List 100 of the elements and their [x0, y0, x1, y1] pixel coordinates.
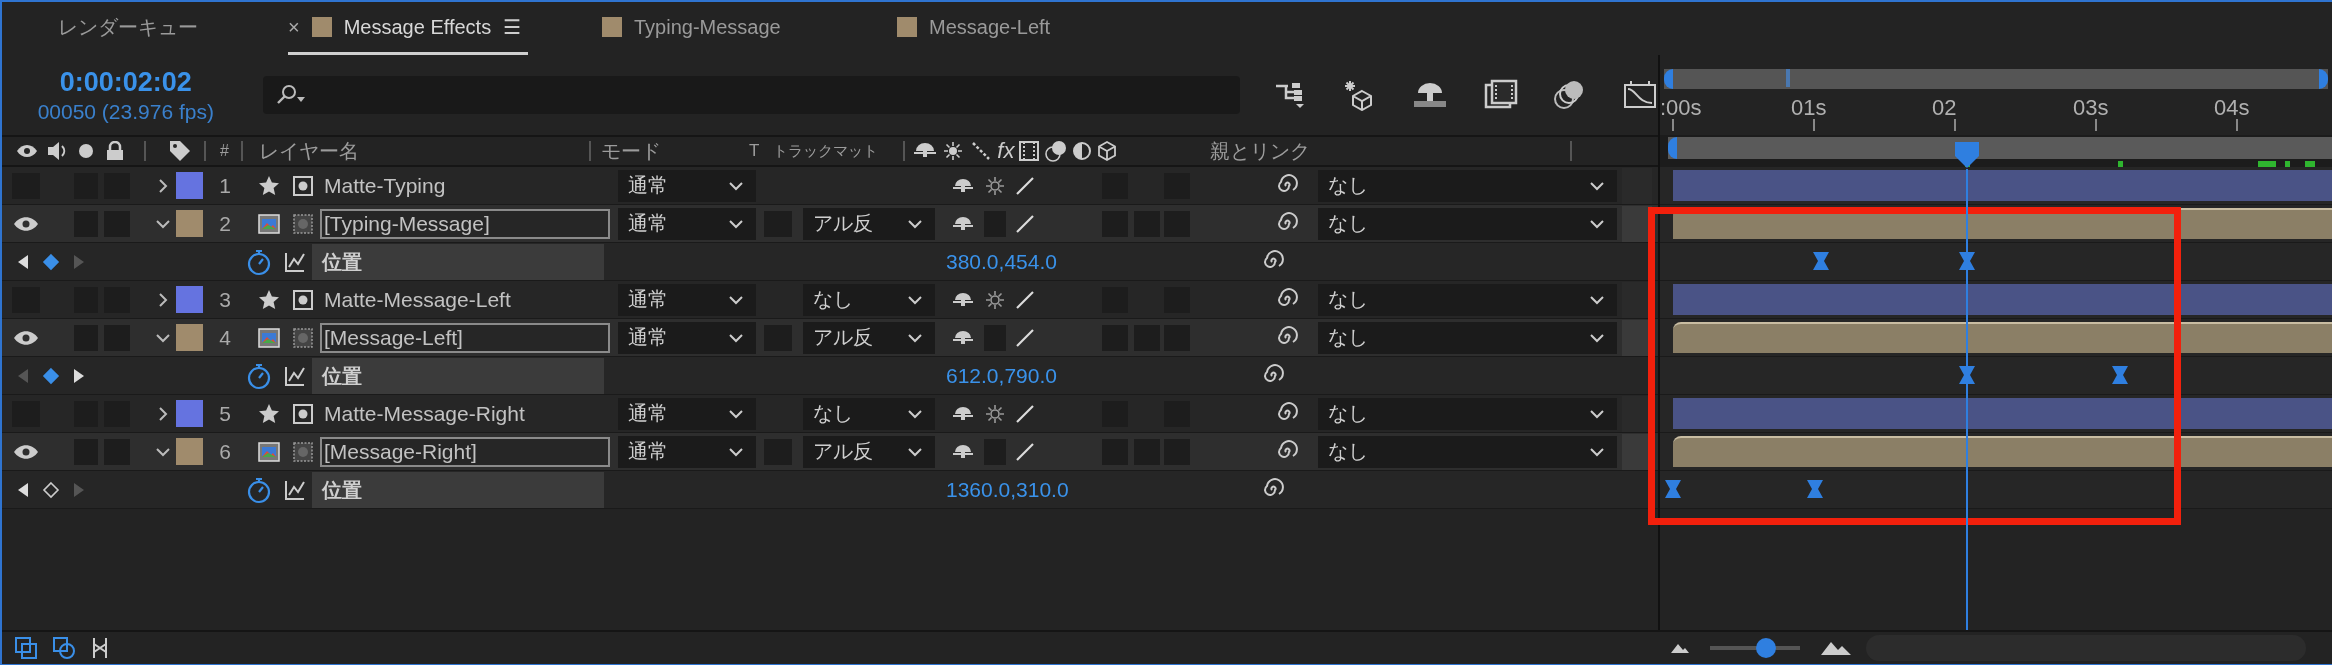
in-out-icon[interactable] [90, 636, 110, 660]
layer-switch-icon[interactable] [292, 174, 314, 197]
stopwatch-icon[interactable] [246, 247, 272, 276]
property-name[interactable]: 位置 [312, 243, 604, 280]
circles-icon [1044, 140, 1069, 162]
caret-icon [1589, 180, 1605, 191]
parent-dropdown[interactable]: なし [1318, 397, 1617, 430]
parent-dropdown[interactable]: なし [1318, 283, 1617, 316]
eye-icon[interactable] [12, 215, 40, 232]
label-color-swatch[interactable] [176, 286, 203, 313]
sun-icon[interactable] [984, 402, 1006, 425]
layer-name[interactable]: [Typing-Message] [320, 208, 610, 239]
quality-icon[interactable] [1014, 326, 1036, 349]
column-header: モード [600, 138, 662, 164]
film-icon[interactable] [1482, 79, 1518, 111]
property-value[interactable]: 1360.0,310.0 [946, 477, 1246, 502]
comp-flowchart-icon[interactable] [14, 636, 38, 660]
track-matte-dropdown[interactable]: アル反 [803, 321, 935, 354]
keyframe-diamond-icon[interactable] [42, 252, 60, 271]
track-matte-dropdown[interactable]: なし [803, 283, 935, 316]
caret-icon [728, 180, 744, 191]
track-matte-dropdown[interactable]: アル反 [803, 207, 935, 240]
tab[interactable]: レンダーキュー [58, 2, 288, 55]
star-icon [258, 402, 280, 425]
timecode[interactable]: 0:00:02:02 [59, 66, 192, 98]
caret-icon [1589, 408, 1605, 419]
keyframe-icon[interactable] [1805, 479, 1824, 499]
layer-name[interactable]: [Message-Left] [320, 322, 610, 353]
keyframe-icon[interactable] [1664, 479, 1682, 499]
track-matte-dropdown[interactable]: なし [803, 397, 935, 430]
time-ruler[interactable]: :00s 01s 02 03s 04s [1660, 89, 2332, 135]
layer-duration-bar[interactable] [1673, 322, 2332, 353]
next-keyframe-icon[interactable] [72, 367, 86, 384]
playhead-handle[interactable] [1953, 141, 1980, 169]
layer-name[interactable]: Matte-Message-Right [320, 398, 610, 429]
property-name[interactable]: 位置 [312, 357, 604, 394]
tab[interactable]: Typing-Message [588, 2, 883, 55]
layer-name[interactable]: Matte-Typing [320, 170, 610, 201]
graph-icon[interactable] [284, 364, 306, 387]
layer-switch-icon[interactable] [292, 212, 314, 235]
parent-dropdown[interactable]: なし [1318, 321, 1617, 354]
caret-icon [728, 332, 744, 343]
column-header: # [220, 142, 229, 160]
eye-icon[interactable] [12, 329, 40, 346]
quality-icon[interactable] [1014, 174, 1036, 197]
property-value[interactable]: 612.0,790.0 [946, 363, 1246, 388]
layer-name[interactable]: Matte-Message-Left [320, 284, 610, 315]
previous-keyframe-icon[interactable] [16, 253, 30, 270]
parent-dropdown[interactable]: なし [1318, 435, 1617, 468]
previous-keyframe-icon[interactable] [16, 481, 30, 498]
mode-dropdown[interactable]: 通常 [618, 283, 756, 316]
blend-icon[interactable] [52, 636, 76, 660]
parent-dropdown[interactable]: なし [1318, 207, 1617, 240]
solo-icon [78, 143, 94, 159]
property-value[interactable]: 380.0,454.0 [946, 249, 1246, 274]
label-color-swatch[interactable] [176, 172, 203, 199]
layer-switch-icon[interactable] [292, 326, 314, 349]
sun-icon[interactable] [984, 174, 1006, 197]
sun-icon [943, 141, 964, 161]
graph-icon[interactable] [284, 250, 306, 273]
layer-switch-icon[interactable] [292, 402, 314, 425]
parent-dropdown[interactable]: なし [1318, 169, 1617, 202]
mode-dropdown[interactable]: 通常 [618, 397, 756, 430]
graph-editor-icon[interactable] [1622, 79, 1658, 111]
label-color-swatch[interactable] [176, 324, 203, 351]
quality-icon[interactable] [1014, 440, 1036, 463]
track-matte-dropdown[interactable]: アル反 [803, 435, 935, 468]
stopwatch-icon[interactable] [246, 475, 272, 504]
keyframe-icon[interactable] [2110, 365, 2129, 385]
search-field[interactable] [262, 76, 1240, 114]
mode-dropdown[interactable]: 通常 [618, 321, 756, 354]
layer-name[interactable]: [Message-Right] [320, 436, 610, 467]
stopwatch-icon[interactable] [246, 361, 272, 390]
graph-icon[interactable] [284, 478, 306, 501]
mode-dropdown[interactable]: 通常 [618, 169, 756, 202]
quality-icon[interactable] [1014, 402, 1036, 425]
layer-switch-icon[interactable] [292, 288, 314, 311]
label-color-swatch[interactable] [176, 400, 203, 427]
label-color-swatch[interactable] [176, 210, 203, 237]
caret-icon [1589, 446, 1605, 457]
layer-duration-bar[interactable] [1673, 436, 2332, 467]
label-color-swatch[interactable] [176, 438, 203, 465]
keyframe-icon[interactable] [1812, 251, 1831, 271]
column-header: レイヤー名 [258, 138, 360, 164]
zoom-in-icon[interactable] [1820, 640, 1852, 656]
quality-icon[interactable] [1014, 212, 1036, 235]
keyframe-diamond-icon[interactable] [42, 480, 60, 499]
eye-icon[interactable] [12, 443, 40, 460]
quality-icon[interactable] [1014, 288, 1036, 311]
mode-dropdown[interactable]: 通常 [618, 207, 756, 240]
layer-switch-icon[interactable] [292, 440, 314, 463]
tab[interactable]: Message-Left [883, 2, 1178, 55]
keyframe-diamond-icon[interactable] [42, 366, 60, 385]
property-name[interactable]: 位置 [312, 471, 604, 508]
column-header: トラックマット [773, 141, 880, 161]
zoom-out-icon[interactable] [1670, 642, 1690, 654]
label-icon [168, 139, 192, 163]
caret-icon [1589, 294, 1605, 305]
mode-dropdown[interactable]: 通常 [618, 435, 756, 468]
sun-icon[interactable] [984, 288, 1006, 311]
